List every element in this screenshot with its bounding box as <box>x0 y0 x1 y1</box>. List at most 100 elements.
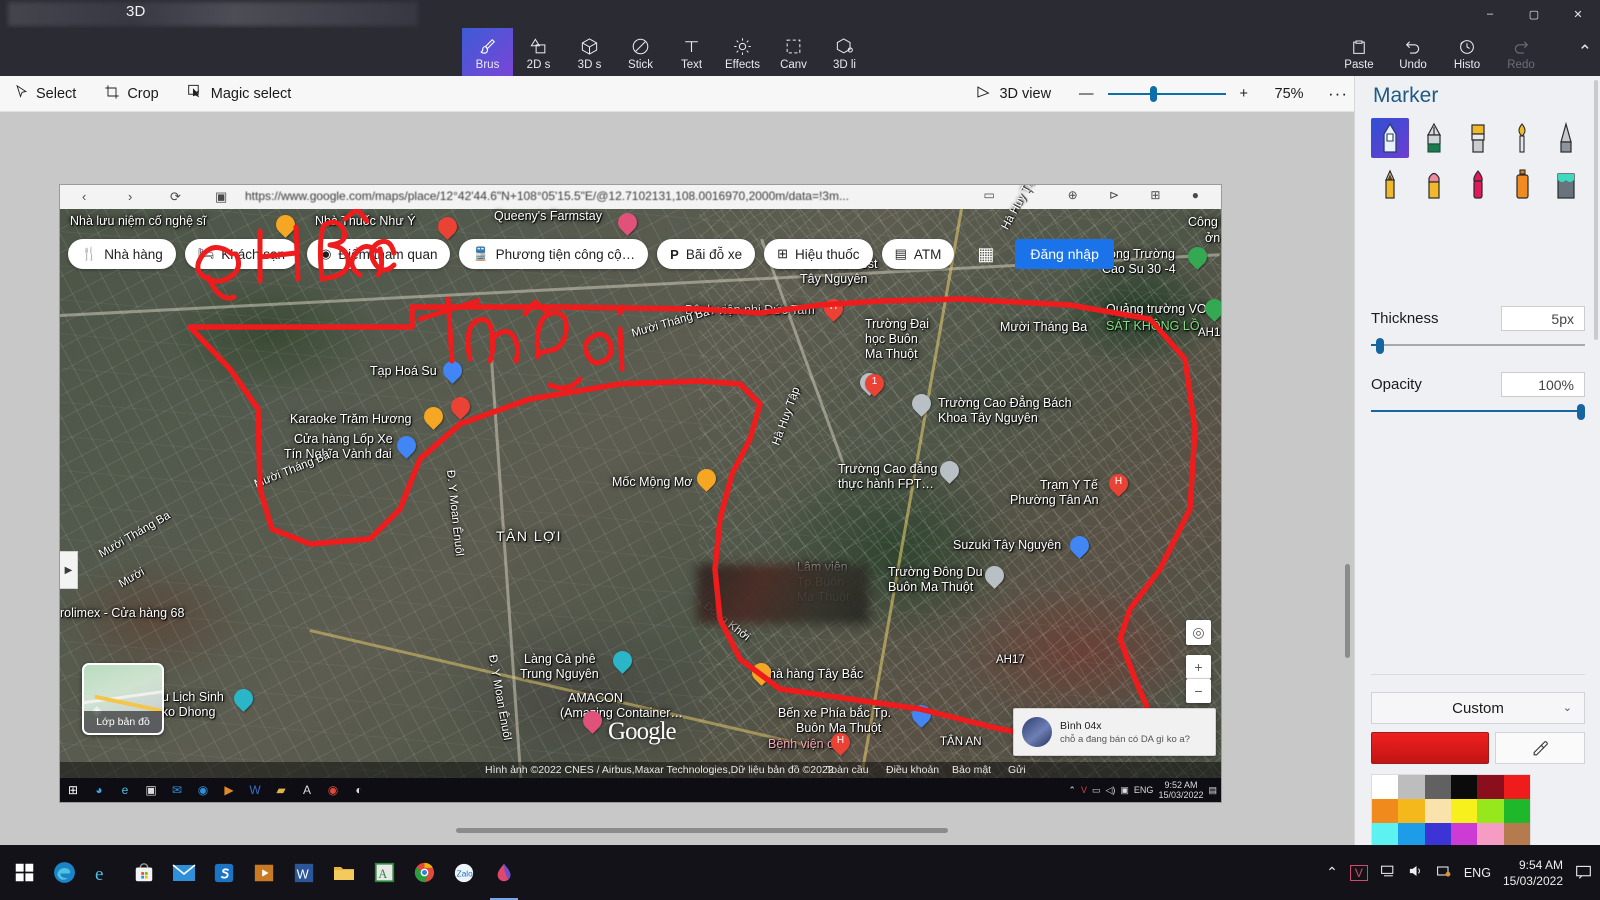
language-indicator[interactable]: ENG <box>1464 866 1491 880</box>
google-maps-satellite-view[interactable]: 🍴 Nhà hàng 🛏 Khách sạn ◉ Điểm tham quan … <box>60 185 1221 779</box>
color-swatch[interactable] <box>1477 799 1504 823</box>
map-pin[interactable] <box>609 647 636 674</box>
brush-marker[interactable] <box>1371 118 1409 158</box>
slider-thumb[interactable] <box>1375 338 1384 354</box>
antivirus-icon[interactable]: A <box>364 845 404 900</box>
zalo-icon[interactable]: Zalo <box>444 845 484 900</box>
canvas-vertical-scrollbar[interactable] <box>1342 112 1352 845</box>
attribution-link-terms[interactable]: Điều khoản <box>886 764 939 776</box>
color-swatch[interactable] <box>1477 775 1504 799</box>
minimize-button[interactable]: – <box>1468 0 1512 28</box>
map-pin[interactable] <box>1066 532 1093 559</box>
inner-zalo-icon[interactable]: ◐ <box>346 778 372 802</box>
brush-oil-brush[interactable] <box>1459 118 1497 158</box>
canvas-side-tab[interactable]: ▶ <box>60 551 78 589</box>
chat-popup[interactable]: Bình 04x chỗ a đang bán có DA gì ko a? <box>1013 708 1216 756</box>
close-button[interactable]: ✕ <box>1556 0 1600 28</box>
browser-forward-icon[interactable]: › <box>128 189 132 204</box>
panel-scrollbar[interactable] <box>1594 80 1598 340</box>
tool-stickers[interactable]: Stick <box>615 28 666 76</box>
thickness-value[interactable]: 5px <box>1501 306 1585 331</box>
chip-hotels[interactable]: 🛏 Khách sạn <box>184 239 299 269</box>
thickness-slider[interactable] <box>1371 338 1585 354</box>
tool-canvas[interactable]: Canv <box>768 28 819 76</box>
my-location-button[interactable]: ◎ <box>1186 620 1211 645</box>
scrollbar-thumb[interactable] <box>456 828 948 833</box>
map-pin[interactable] <box>439 357 466 384</box>
inner-mail-icon[interactable]: ✉ <box>164 778 190 802</box>
attribution-link-privacy[interactable]: Bảo mật <box>952 764 991 776</box>
inner-volume-icon[interactable]: ◁) <box>1105 785 1115 796</box>
chip-attractions[interactable]: ◉ Điểm tham quan <box>307 239 451 269</box>
color-swatch[interactable] <box>1398 775 1425 799</box>
inner-start-button[interactable]: ⊞ <box>60 778 86 802</box>
map-pin[interactable] <box>579 707 606 734</box>
inner-network-icon[interactable]: ▭ <box>1092 785 1101 796</box>
inner-onedrive-icon[interactable]: ▣ <box>1120 785 1129 796</box>
pasted-screenshot-image[interactable]: ‹ › ⟳ ▣ https://www.google.com/maps/plac… <box>60 185 1221 802</box>
color-swatch[interactable] <box>1398 799 1425 823</box>
mail-icon[interactable] <box>164 845 204 900</box>
crop-button[interactable]: Crop <box>90 76 172 112</box>
chip-transit[interactable]: 🚆 Phương tiện công cộ… <box>459 239 649 269</box>
unikey-icon[interactable]: V <box>1349 864 1368 881</box>
map-pin[interactable] <box>393 432 420 459</box>
tool-text[interactable]: Text <box>666 28 717 76</box>
tool-3d-shapes[interactable]: 3D s <box>564 28 615 76</box>
chip-parking[interactable]: P Bãi đỗ xe <box>657 239 756 269</box>
current-color-swatch[interactable] <box>1371 732 1489 764</box>
zoom-slider-thumb[interactable] <box>1149 86 1157 102</box>
inner-word-icon[interactable]: W <box>242 778 268 802</box>
map-zoom-out-button[interactable]: − <box>1186 679 1211 703</box>
school-pin[interactable] <box>981 562 1008 589</box>
hospital-pin[interactable]: H <box>820 295 847 322</box>
map-pin[interactable] <box>748 659 775 686</box>
map-pin[interactable] <box>447 393 474 420</box>
chip-pharmacy[interactable]: ⊞ Hiệu thuốc <box>764 239 873 269</box>
select-button[interactable]: Select <box>0 76 90 112</box>
expand-ribbon-chevron-icon[interactable]: ⌃ <box>1578 42 1592 62</box>
url-text[interactable]: https://www.google.com/maps/place/12°42'… <box>245 189 945 203</box>
inner-explorer-icon[interactable]: ▰ <box>268 778 294 802</box>
inner-clock[interactable]: 9:52 AM 15/03/2022 <box>1158 780 1203 800</box>
zoom-in-button[interactable]: + <box>1226 76 1262 112</box>
clock[interactable]: 9:54 AM 15/03/2022 <box>1503 857 1563 889</box>
chip-atm[interactable]: ▤ ATM <box>881 239 955 269</box>
map-pin[interactable] <box>272 211 299 238</box>
browser-bookmark-icon[interactable]: ▣ <box>215 189 227 205</box>
color-swatch[interactable] <box>1503 775 1530 799</box>
undo-button[interactable]: Undo <box>1386 28 1440 76</box>
chrome-icon[interactable] <box>404 845 444 900</box>
maximize-button[interactable]: ▢ <box>1512 0 1556 28</box>
magic-select-button[interactable]: Magic select <box>173 76 306 112</box>
color-swatch[interactable] <box>1503 799 1530 823</box>
brush-fill[interactable] <box>1547 164 1585 204</box>
canvas-horizontal-scrollbar[interactable] <box>0 825 1354 837</box>
notification-icon[interactable] <box>1575 864 1592 882</box>
tray-chevron-icon[interactable]: ⌃ <box>1326 864 1338 881</box>
browser-back-icon[interactable]: ‹ <box>82 189 86 204</box>
internet-explorer-icon[interactable]: e <box>84 845 124 900</box>
inner-tray-chevron-icon[interactable]: ⌃ <box>1068 785 1076 796</box>
inner-antivirus-icon[interactable]: A <box>294 778 320 802</box>
custom-color-dropdown[interactable]: Custom ⌄ <box>1371 692 1585 724</box>
apps-grid-icon[interactable]: ▦ <box>977 244 994 265</box>
opacity-value[interactable]: 100% <box>1501 372 1585 397</box>
attribution-link-global[interactable]: Toàn cầu <box>826 764 869 776</box>
map-pin[interactable] <box>1201 295 1221 322</box>
chip-restaurants[interactable]: 🍴 Nhà hàng <box>68 239 176 269</box>
movies-tv-icon[interactable] <box>244 845 284 900</box>
inner-skype-icon[interactable]: ◉ <box>190 778 216 802</box>
color-swatch[interactable] <box>1451 799 1478 823</box>
canvas-area[interactable]: ‹ › ⟳ ▣ https://www.google.com/maps/plac… <box>0 112 1354 845</box>
brush-pencil[interactable] <box>1371 164 1409 204</box>
sign-in-button[interactable]: Đăng nhập <box>1015 239 1114 269</box>
attribution-link-send[interactable]: Gửi <box>1008 764 1026 776</box>
tool-brushes[interactable]: Brus <box>462 28 513 76</box>
paint3d-icon[interactable] <box>484 845 524 900</box>
color-swatch[interactable] <box>1451 775 1478 799</box>
map-pin[interactable] <box>908 701 935 728</box>
hospital-pin[interactable]: H <box>827 729 854 756</box>
history-button[interactable]: Histo <box>1440 28 1494 76</box>
paste-button[interactable]: Paste <box>1332 28 1386 76</box>
